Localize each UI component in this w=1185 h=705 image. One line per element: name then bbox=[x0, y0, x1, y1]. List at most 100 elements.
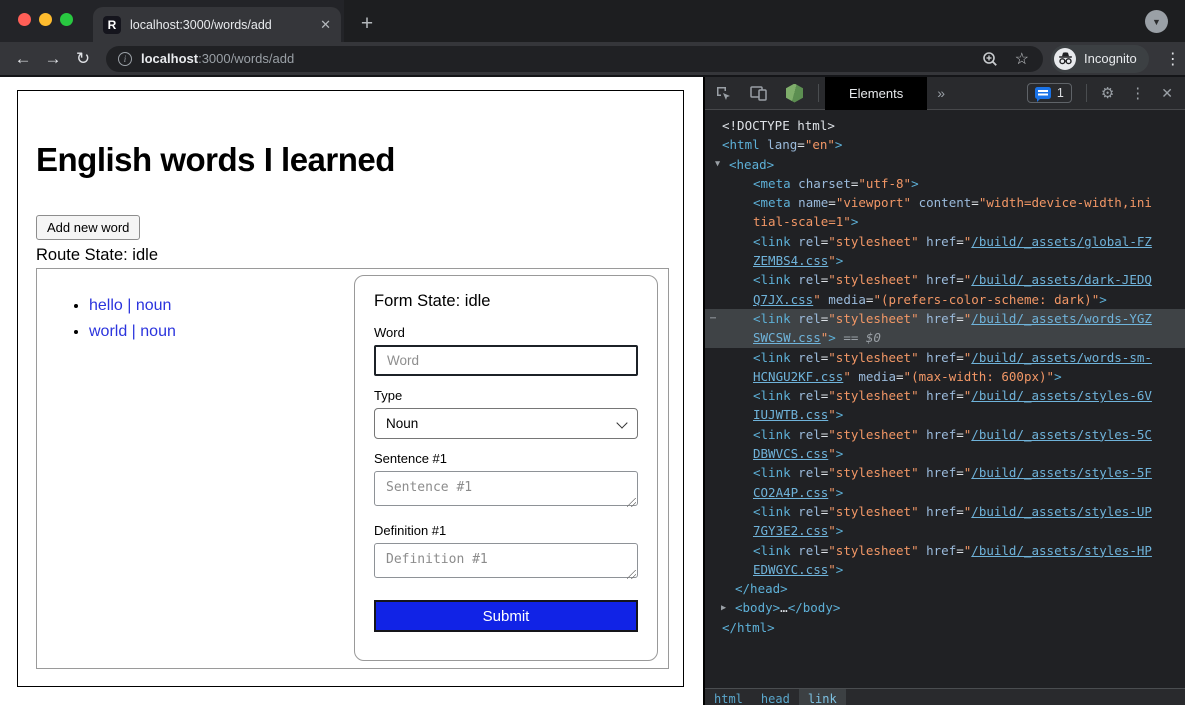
dom-tree-node[interactable]: ▶<body>…</body> bbox=[705, 598, 1185, 617]
back-button[interactable]: ← bbox=[8, 49, 38, 69]
route-state-text: Route State: idle bbox=[36, 246, 158, 265]
more-panels-icon[interactable]: » bbox=[937, 85, 944, 101]
word-link[interactable]: world | noun bbox=[89, 323, 176, 340]
dom-tree-node[interactable]: <link rel="stylesheet" href="/build/_ass… bbox=[705, 541, 1185, 560]
definition-textarea[interactable] bbox=[374, 543, 638, 578]
dom-tree-node[interactable]: <link rel="stylesheet" href="/build/_ass… bbox=[705, 386, 1185, 405]
code-token: "stylesheet" bbox=[828, 272, 918, 287]
node-gutter-dots-icon[interactable]: ⋯ bbox=[710, 309, 717, 328]
code-token: "stylesheet" bbox=[828, 543, 918, 558]
resize-handle[interactable] bbox=[627, 498, 636, 507]
minimize-window-button[interactable] bbox=[39, 13, 52, 26]
code-token: > bbox=[835, 137, 843, 152]
code-token: <link bbox=[753, 272, 791, 287]
dom-tree-node[interactable]: <meta charset="utf-8"> bbox=[705, 174, 1185, 193]
list-item: world | noun bbox=[89, 323, 176, 341]
code-token bbox=[919, 543, 927, 558]
dom-tree-node[interactable]: <link rel="stylesheet" href="/build/_ass… bbox=[705, 232, 1185, 251]
code-token: " bbox=[843, 369, 851, 384]
type-select[interactable]: Noun bbox=[374, 408, 638, 439]
dom-tree-node[interactable]: ZEMBS4.css"> bbox=[705, 251, 1185, 270]
code-token: "(max-width: 600px)" bbox=[904, 369, 1055, 384]
breadcrumb-item-link[interactable]: link bbox=[799, 689, 846, 705]
code-token: /build/_assets/styles-HP bbox=[971, 543, 1152, 558]
dom-tree-node[interactable]: ⋯<link rel="stylesheet" href="/build/_as… bbox=[705, 309, 1185, 328]
dom-tree-node[interactable]: EDWGYC.css"> bbox=[705, 560, 1185, 579]
code-token: " bbox=[828, 562, 836, 577]
code-token: <link bbox=[753, 504, 791, 519]
code-token: > bbox=[828, 330, 836, 345]
code-token: /build/_assets/styles-UP bbox=[971, 504, 1152, 519]
code-token: "viewport" bbox=[836, 195, 911, 210]
dom-tree-node[interactable]: <html lang="en"> bbox=[705, 135, 1185, 154]
sentence-textarea[interactable] bbox=[374, 471, 638, 506]
dom-tree-node[interactable]: </head> bbox=[705, 579, 1185, 598]
devtools-close-icon[interactable]: ✕ bbox=[1161, 85, 1173, 102]
tab-overview-button[interactable]: ▼ bbox=[1145, 10, 1168, 33]
address-bar[interactable]: i localhost:3000/words/add ☆ bbox=[106, 46, 1043, 72]
breadcrumb-item-head[interactable]: head bbox=[752, 689, 799, 705]
code-token: = bbox=[956, 388, 964, 403]
submit-button[interactable]: Submit bbox=[374, 600, 638, 632]
code-token: rel bbox=[798, 272, 821, 287]
dom-tree-node[interactable]: Q7JX.css" media="(prefers-color-scheme: … bbox=[705, 290, 1185, 309]
reload-button[interactable]: ↻ bbox=[68, 49, 98, 69]
code-token: = bbox=[956, 504, 964, 519]
dom-tree-node[interactable]: ▼<head> bbox=[705, 155, 1185, 174]
devtools-menu-icon[interactable]: ⋮ bbox=[1130, 84, 1145, 102]
dom-tree-node[interactable]: tial-scale=1"> bbox=[705, 212, 1185, 231]
add-new-word-button[interactable]: Add new word bbox=[36, 215, 140, 240]
code-token: /build/_assets/styles-5C bbox=[971, 427, 1152, 442]
dom-tree-node[interactable]: <link rel="stylesheet" href="/build/_ass… bbox=[705, 270, 1185, 289]
tab-elements[interactable]: Elements bbox=[825, 77, 927, 110]
dom-tree-node[interactable]: IUJWTB.css"> bbox=[705, 405, 1185, 424]
inspect-element-icon[interactable] bbox=[715, 85, 732, 102]
code-token: <meta bbox=[753, 176, 791, 191]
code-token: "stylesheet" bbox=[828, 465, 918, 480]
dom-tree-node[interactable]: <link rel="stylesheet" href="/build/_ass… bbox=[705, 425, 1185, 444]
divider bbox=[1086, 84, 1087, 102]
dom-tree-node[interactable]: SWCSW.css"> == $0 bbox=[705, 328, 1185, 347]
dom-tree-node[interactable]: HCNGU2KF.css" media="(max-width: 600px)"… bbox=[705, 367, 1185, 386]
code-token: <link bbox=[753, 234, 791, 249]
code-token: = bbox=[956, 234, 964, 249]
bookmark-star-icon[interactable]: ☆ bbox=[1015, 49, 1029, 69]
dom-tree-node[interactable]: CO2A4P.css"> bbox=[705, 483, 1185, 502]
expand-arrow-icon[interactable]: ▼ bbox=[715, 155, 720, 174]
forward-button[interactable]: → bbox=[38, 49, 68, 69]
code-token: "(prefers-color-scheme: dark)" bbox=[873, 292, 1099, 307]
device-toolbar-icon[interactable] bbox=[750, 86, 767, 101]
code-token: "stylesheet" bbox=[828, 388, 918, 403]
code-token: > bbox=[836, 562, 844, 577]
dom-tree-node[interactable]: </html> bbox=[705, 618, 1185, 637]
code-token: href bbox=[926, 311, 956, 326]
code-token: </html> bbox=[722, 620, 775, 635]
issues-counter[interactable]: 1 bbox=[1027, 83, 1072, 103]
expand-arrow-icon[interactable]: ▶ bbox=[721, 599, 726, 618]
dom-tree-node[interactable]: DBWVCS.css"> bbox=[705, 444, 1185, 463]
browser-menu-icon[interactable]: ⋮ bbox=[1161, 49, 1185, 69]
tab-close-icon[interactable]: ✕ bbox=[320, 17, 331, 33]
new-tab-button[interactable]: + bbox=[352, 9, 382, 39]
word-input[interactable] bbox=[374, 345, 638, 376]
browser-tab[interactable]: R localhost:3000/words/add ✕ bbox=[93, 7, 341, 42]
zoom-icon[interactable] bbox=[982, 51, 998, 67]
dom-tree-node[interactable]: <meta name="viewport" content="width=dev… bbox=[705, 193, 1185, 212]
url-text: localhost:3000/words/add bbox=[141, 51, 982, 66]
sentence-label: Sentence #1 bbox=[374, 451, 638, 466]
settings-gear-icon[interactable]: ⚙ bbox=[1101, 84, 1114, 102]
breadcrumb-item-html[interactable]: html bbox=[705, 689, 752, 705]
maximize-window-button[interactable] bbox=[60, 13, 73, 26]
code-token: = bbox=[956, 272, 964, 287]
site-info-icon[interactable]: i bbox=[118, 52, 132, 66]
code-token: /build/_assets/dark-JEDQ bbox=[971, 272, 1152, 287]
dom-tree-node[interactable]: <!DOCTYPE html> bbox=[705, 116, 1185, 135]
dom-tree-node[interactable]: <link rel="stylesheet" href="/build/_ass… bbox=[705, 463, 1185, 482]
resize-handle[interactable] bbox=[627, 570, 636, 579]
nodejs-extension-icon[interactable] bbox=[786, 84, 803, 103]
dom-tree-node[interactable]: <link rel="stylesheet" href="/build/_ass… bbox=[705, 502, 1185, 521]
close-window-button[interactable] bbox=[18, 13, 31, 26]
dom-tree-node[interactable]: 7GY3E2.css"> bbox=[705, 521, 1185, 540]
word-link[interactable]: hello | noun bbox=[89, 297, 171, 314]
dom-tree-node[interactable]: <link rel="stylesheet" href="/build/_ass… bbox=[705, 348, 1185, 367]
